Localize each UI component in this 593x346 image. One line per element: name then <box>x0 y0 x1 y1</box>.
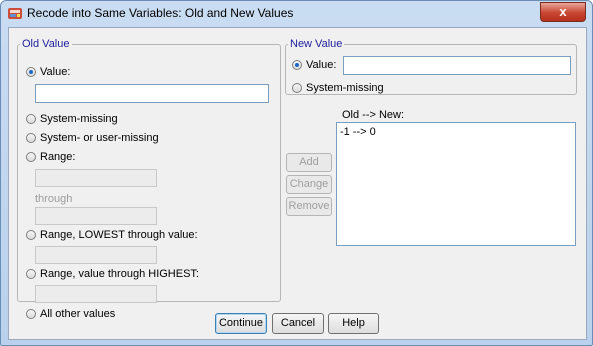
spss-recode-icon <box>8 8 22 19</box>
new-value-label: Value: <box>306 59 337 71</box>
radio-unselected-icon <box>26 152 36 162</box>
system-user-missing-label: System- or user-missing <box>40 132 159 144</box>
radio-selected-icon <box>26 67 36 77</box>
cancel-button[interactable]: Cancel <box>272 313 324 334</box>
old-value-legend: Old Value <box>22 38 70 50</box>
system-user-missing-radio[interactable]: System- or user-missing <box>26 132 159 144</box>
range-low-input[interactable] <box>35 169 157 187</box>
remove-button[interactable]: Remove <box>286 197 332 216</box>
range-high-input[interactable] <box>35 207 157 225</box>
old-new-list-label: Old --> New: <box>342 109 405 121</box>
close-button[interactable]: x <box>540 2 586 22</box>
system-missing-radio[interactable]: System-missing <box>26 113 118 125</box>
dialog-window: Recode into Same Variables: Old and New … <box>0 0 593 346</box>
all-other-values-radio[interactable]: All other values <box>26 308 115 320</box>
range-highest-input[interactable] <box>35 285 157 303</box>
new-value-radio[interactable]: Value: <box>292 59 336 71</box>
continue-button[interactable]: Continue <box>215 313 267 334</box>
through-label: through <box>35 193 73 205</box>
old-value-label: Value: <box>40 66 71 78</box>
old-new-listbox[interactable]: -1 --> 0 <box>336 122 576 246</box>
radio-unselected-icon <box>292 83 302 93</box>
range-lowest-radio[interactable]: Range, LOWEST through value: <box>26 229 198 241</box>
dialog-client: Old Value Value: System-missing System- … <box>8 27 587 340</box>
old-value-group: Old Value Value: System-missing System- … <box>17 38 281 320</box>
radio-selected-icon <box>292 60 302 70</box>
range-highest-radio[interactable]: Range, value through HIGHEST: <box>26 268 199 280</box>
old-value-input[interactable] <box>35 84 269 103</box>
radio-unselected-icon <box>26 133 36 143</box>
list-item[interactable]: -1 --> 0 <box>337 123 575 141</box>
radio-unselected-icon <box>26 230 36 240</box>
range-radio[interactable]: Range: <box>26 151 75 163</box>
all-other-values-label: All other values <box>40 308 116 320</box>
system-missing-label: System-missing <box>40 113 118 125</box>
title-bar[interactable]: Recode into Same Variables: Old and New … <box>1 1 592 25</box>
old-value-radio[interactable]: Value: <box>26 66 70 78</box>
radio-unselected-icon <box>26 269 36 279</box>
range-label: Range: <box>40 151 76 163</box>
new-value-legend: New Value <box>290 38 343 50</box>
add-button[interactable]: Add <box>286 153 332 172</box>
new-system-missing-radio[interactable]: System-missing <box>292 82 384 94</box>
range-lowest-input[interactable] <box>35 246 157 264</box>
range-lowest-label: Range, LOWEST through value: <box>40 229 198 241</box>
new-value-input[interactable] <box>343 56 571 75</box>
window-title: Recode into Same Variables: Old and New … <box>27 6 294 20</box>
help-button[interactable]: Help <box>328 313 379 334</box>
new-value-group: New Value Value: System-missing <box>285 38 577 95</box>
close-icon: x <box>559 4 567 19</box>
change-button[interactable]: Change <box>286 175 332 194</box>
radio-unselected-icon <box>26 309 36 319</box>
radio-unselected-icon <box>26 114 36 124</box>
new-system-missing-label: System-missing <box>306 82 384 94</box>
range-highest-label: Range, value through HIGHEST: <box>40 268 199 280</box>
